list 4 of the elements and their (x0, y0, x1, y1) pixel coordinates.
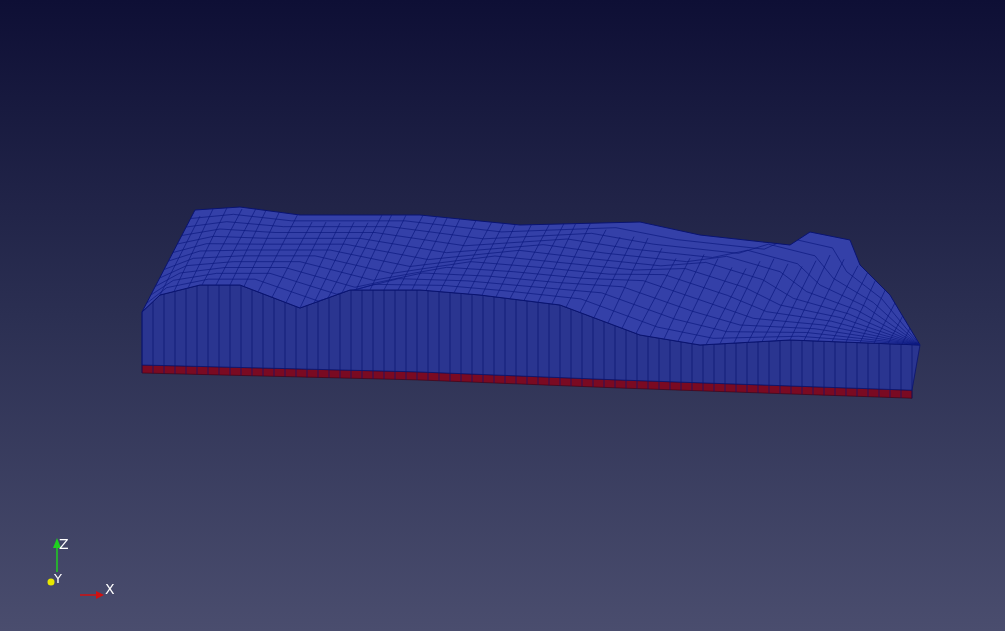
z-axis-label: Z (59, 536, 69, 552)
x-axis-label: X (105, 581, 115, 597)
render-viewport[interactable]: Z Y X (0, 0, 1005, 631)
y-axis-label: Y (54, 571, 62, 586)
